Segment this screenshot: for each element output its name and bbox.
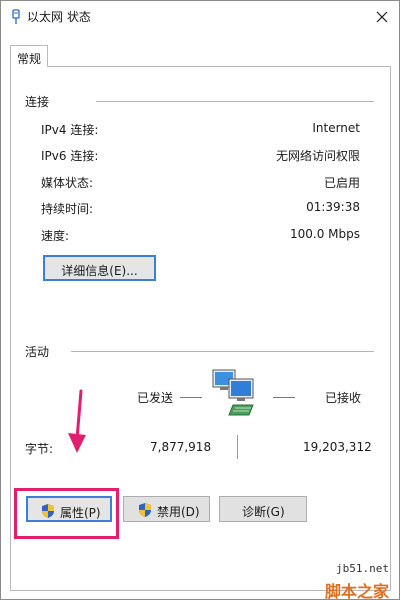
uac-shield-icon	[139, 503, 151, 517]
close-button[interactable]	[365, 1, 399, 33]
ethernet-plug-icon	[12, 9, 20, 24]
annotation-arrow	[68, 389, 86, 453]
sent-label: 已发送	[137, 391, 174, 405]
media-state-value: 已启用	[323, 176, 360, 190]
details-button-label: 详细信息(E)...	[61, 264, 138, 278]
tab-general[interactable]: 常规	[10, 45, 48, 67]
duration-label: 持续时间:	[41, 202, 94, 216]
tab-general-label: 常规	[17, 52, 42, 66]
sent-dash	[180, 397, 202, 398]
properties-highlight-box	[14, 488, 119, 539]
duration-value: 01:39:38	[306, 200, 360, 214]
bytes-received-value: 19,203,312	[303, 440, 372, 454]
speed-label: 速度:	[41, 229, 70, 243]
diagnose-button[interactable]: 诊断(G)	[219, 496, 307, 522]
ipv6-label: IPv6 连接:	[41, 149, 99, 163]
bytes-separator	[237, 435, 238, 459]
title-bar: 以太网 状态	[1, 1, 399, 33]
bytes-label: 字节:	[25, 442, 54, 456]
bytes-sent-value: 7,877,918	[150, 440, 212, 454]
activity-divider	[71, 351, 374, 352]
ipv4-value: Internet	[312, 121, 360, 135]
watermark-text: 脚本之家	[324, 582, 389, 600]
close-icon	[376, 11, 388, 23]
connection-divider	[96, 101, 374, 102]
connection-section-label: 连接	[25, 95, 50, 109]
window-title: 以太网 状态	[27, 10, 91, 24]
network-computers-icon	[212, 369, 254, 416]
activity-section-label: 活动	[25, 345, 50, 359]
speed-value: 100.0 Mbps	[289, 227, 360, 241]
disable-button-label: 禁用(D)	[157, 505, 200, 519]
ipv4-label: IPv4 连接:	[41, 123, 99, 137]
ipv6-value: 无网络访问权限	[275, 149, 360, 163]
watermark-site: jb51.net	[336, 562, 389, 575]
received-dash	[273, 397, 295, 398]
media-state-label: 媒体状态:	[41, 176, 94, 190]
received-label: 已接收	[325, 391, 362, 405]
diagnose-button-label: 诊断(G)	[242, 505, 285, 519]
ethernet-status-dialog: 以太网 状态 常规 连接 IPv4 连接: Internet IPv6 连接: …	[0, 0, 400, 600]
disable-button[interactable]: 禁用(D)	[123, 496, 210, 522]
details-button[interactable]: 详细信息(E)...	[43, 255, 156, 281]
